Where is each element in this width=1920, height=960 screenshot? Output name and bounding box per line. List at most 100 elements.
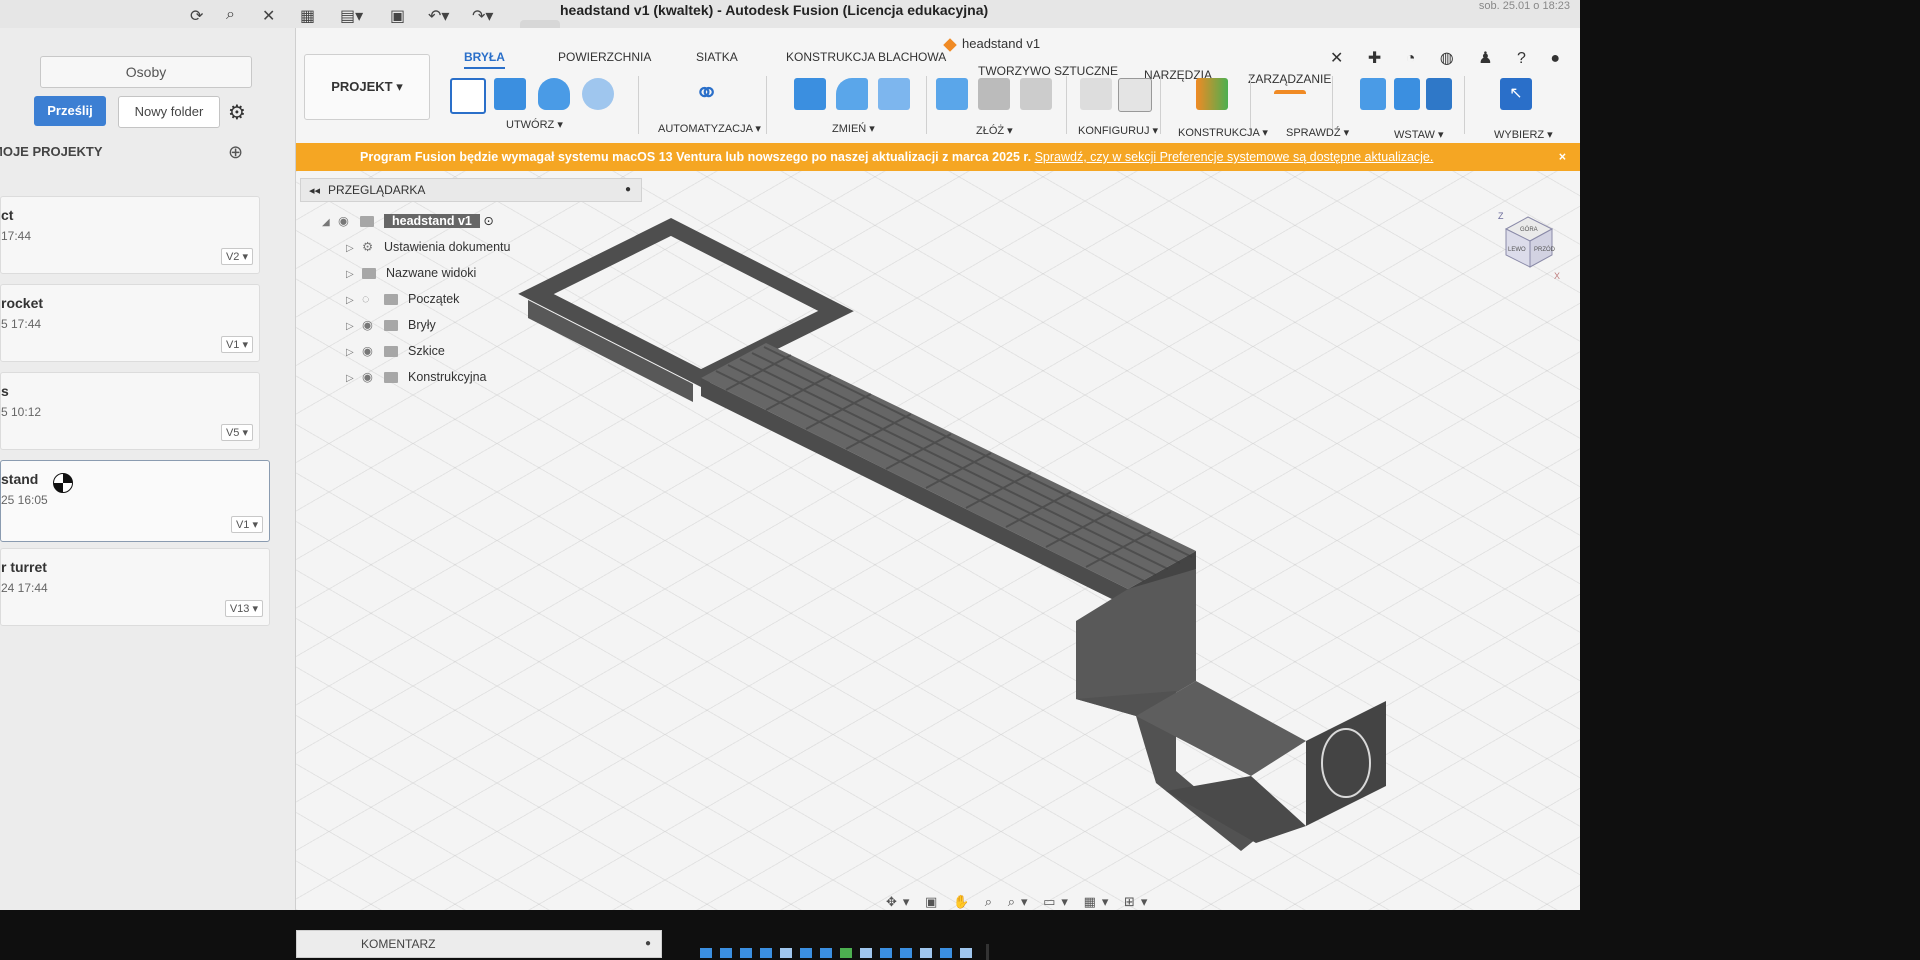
orbit-icon[interactable]: ✥▾ <box>886 894 915 909</box>
group-assemble[interactable]: ZŁÓŻ ▾ <box>976 124 1013 137</box>
banner-link[interactable]: Sprawdź, czy w sekcji Preferencje system… <box>1035 150 1434 164</box>
expand-triangle-icon[interactable]: ▷ <box>346 238 362 260</box>
project-card[interactable]: rocket 5 17:44 V1 ▾ <box>0 284 260 362</box>
project-card[interactable]: r turret 24 17:44 V13 ▾ <box>0 548 270 626</box>
tree-root[interactable]: ◢ ◉ headstand v1 ⊙ <box>322 210 494 232</box>
redo-icon[interactable]: ↷▾ <box>472 6 493 26</box>
tab-sheet-metal[interactable]: KONSTRUKCJA BLACHOWA <box>786 50 946 64</box>
measure-icon[interactable] <box>1274 90 1306 104</box>
press-pull-icon[interactable] <box>794 78 826 110</box>
version-badge[interactable]: V2 ▾ <box>220 248 253 265</box>
insert-image-icon[interactable] <box>1426 78 1452 110</box>
tree-item-bodies[interactable]: ▷ ◉ Bryły <box>346 314 436 336</box>
fillet-icon[interactable] <box>836 78 868 110</box>
pin-icon[interactable]: ● <box>625 179 631 201</box>
tree-item-document-settings[interactable]: ▷ ⚙ Ustawienia dokumentu <box>346 236 510 258</box>
expand-triangle-icon[interactable]: ▷ <box>346 290 362 312</box>
eye-icon[interactable]: ◉ <box>362 366 384 388</box>
extrude-icon[interactable] <box>494 78 526 110</box>
group-modify[interactable]: ZMIEŃ ▾ <box>832 122 875 135</box>
tab-mesh[interactable]: SIATKA <box>696 50 738 64</box>
eye-icon[interactable]: ◉ <box>362 340 384 362</box>
version-badge[interactable]: V1 ▾ <box>230 516 263 533</box>
collapse-arrow-icon[interactable]: ◂◂ <box>309 185 320 197</box>
table-icon[interactable] <box>1118 78 1152 112</box>
group-create[interactable]: UTWÓRZ ▾ <box>506 118 563 131</box>
group-select[interactable]: WYBIERZ ▾ <box>1494 128 1553 141</box>
version-badge[interactable]: V13 ▾ <box>224 600 263 617</box>
eye-icon[interactable]: ◉ <box>338 210 360 232</box>
project-card[interactable]: ct 17:44 V2 ▾ <box>0 196 260 274</box>
version-badge[interactable]: V5 ▾ <box>220 424 253 441</box>
navigation-bar[interactable]: ✥▾ ▣ ✋ ⌕ ⌕▾ ▭▾ ▦▾ ⊞▾ <box>886 894 1153 910</box>
tab-surface[interactable]: POWIERZCHNIA <box>558 50 651 64</box>
expand-triangle-icon[interactable]: ▷ <box>346 264 362 286</box>
project-card[interactable]: s 5 10:12 V5 ▾ <box>0 372 260 450</box>
hole-icon[interactable] <box>582 78 614 110</box>
undo-icon[interactable]: ↶▾ <box>428 6 449 26</box>
automate-icon[interactable]: ⚭ <box>694 78 726 110</box>
tree-item-construction[interactable]: ▷ ◉ Konstrukcyjna <box>346 366 487 388</box>
new-folder-button[interactable]: Nowy folder <box>118 96 220 128</box>
revolve-icon[interactable] <box>538 78 570 110</box>
version-badge[interactable]: V1 ▾ <box>220 336 253 353</box>
eye-icon[interactable]: ◉ <box>362 314 384 336</box>
window-controls[interactable]: ✕ ✚ ◔ ◍ ♟ ? ● <box>1330 48 1570 68</box>
as-built-joint-icon[interactable] <box>1020 78 1052 110</box>
view-cube[interactable]: Z X GÓRA LEWO PRZÓD <box>1496 207 1560 287</box>
headstand-base[interactable] <box>1076 569 1386 851</box>
tree-item-origin[interactable]: ▷ ◌ Początek <box>346 288 459 310</box>
refresh-icon[interactable]: ⟳ <box>190 6 203 26</box>
design-canvas[interactable]: Z X GÓRA LEWO PRZÓD <box>296 171 1580 910</box>
expand-triangle-icon[interactable]: ◢ <box>322 212 338 234</box>
save-icon[interactable]: ▣ <box>390 6 405 26</box>
project-card-selected[interactable]: stand 25 16:05 V1 ▾ <box>0 460 270 542</box>
pin-icon[interactable]: ● <box>645 931 651 957</box>
joint-icon[interactable] <box>978 78 1010 110</box>
close-icon[interactable]: ✕ <box>262 6 275 26</box>
tab-solid[interactable]: BRYŁA <box>464 50 505 69</box>
banner-close-button[interactable]: × <box>1559 143 1566 171</box>
viewports-icon[interactable]: ⊞▾ <box>1124 894 1153 909</box>
activate-radio-icon[interactable]: ⊙ <box>483 214 493 228</box>
grid-icon[interactable]: ▦ <box>300 6 315 26</box>
group-construct[interactable]: KONSTRUKCJA ▾ <box>1178 126 1268 139</box>
upload-button[interactable]: Prześlij <box>34 96 106 126</box>
group-automate[interactable]: AUTOMATYZACJA ▾ <box>658 122 761 135</box>
construct-plane-icon[interactable] <box>1196 78 1228 110</box>
create-sketch-icon[interactable] <box>450 78 486 114</box>
select-cursor-icon[interactable]: ↖ <box>1500 78 1532 110</box>
group-inspect[interactable]: SPRAWDŹ ▾ <box>1286 126 1349 139</box>
project-menu-button[interactable]: PROJEKT ▾ <box>304 54 430 120</box>
tab-people[interactable]: Osoby <box>40 56 252 88</box>
tab-manage[interactable]: ZARZĄDZANIE <box>1248 72 1331 86</box>
parameters-icon[interactable] <box>1080 78 1112 110</box>
display-settings-icon[interactable]: ▭▾ <box>1043 894 1074 909</box>
insert-link-icon[interactable] <box>1360 78 1386 110</box>
group-insert[interactable]: WSTAW ▾ <box>1394 128 1444 141</box>
look-at-icon[interactable]: ▣ <box>925 894 943 909</box>
insert-component-icon[interactable] <box>1394 78 1420 110</box>
expand-triangle-icon[interactable]: ▷ <box>346 368 362 390</box>
headstand-beam[interactable] <box>701 343 1196 607</box>
comments-panel[interactable]: KOMENTARZ ● <box>296 930 662 958</box>
globe-icon[interactable]: ⊕ <box>228 142 243 163</box>
fit-icon[interactable]: ⌕▾ <box>1008 894 1034 909</box>
zoom-icon[interactable]: ⌕ <box>985 894 998 909</box>
browser-panel-header[interactable]: ◂◂ PRZEGLĄDARKA ● <box>300 178 642 202</box>
tree-item-named-views[interactable]: ▷ Nazwane widoki <box>346 262 476 284</box>
expand-triangle-icon[interactable]: ▷ <box>346 316 362 338</box>
timeline[interactable] <box>700 944 1060 960</box>
tab-plastic[interactable]: TWORZYWO SZTUCZNE <box>978 64 1118 78</box>
new-component-icon[interactable] <box>936 78 968 110</box>
document-tab[interactable]: headstand v1 <box>943 36 1040 52</box>
model-view[interactable] <box>296 171 1580 910</box>
gear-icon[interactable]: ⚙ <box>228 100 246 125</box>
shell-icon[interactable] <box>878 78 910 110</box>
expand-triangle-icon[interactable]: ▷ <box>346 342 362 364</box>
pan-icon[interactable]: ✋ <box>953 894 975 909</box>
file-icon[interactable]: ▤▾ <box>340 6 363 26</box>
grid-settings-icon[interactable]: ▦▾ <box>1084 894 1115 909</box>
search-icon[interactable]: ⌕ <box>226 6 235 24</box>
tree-item-sketches[interactable]: ▷ ◉ Szkice <box>346 340 445 362</box>
